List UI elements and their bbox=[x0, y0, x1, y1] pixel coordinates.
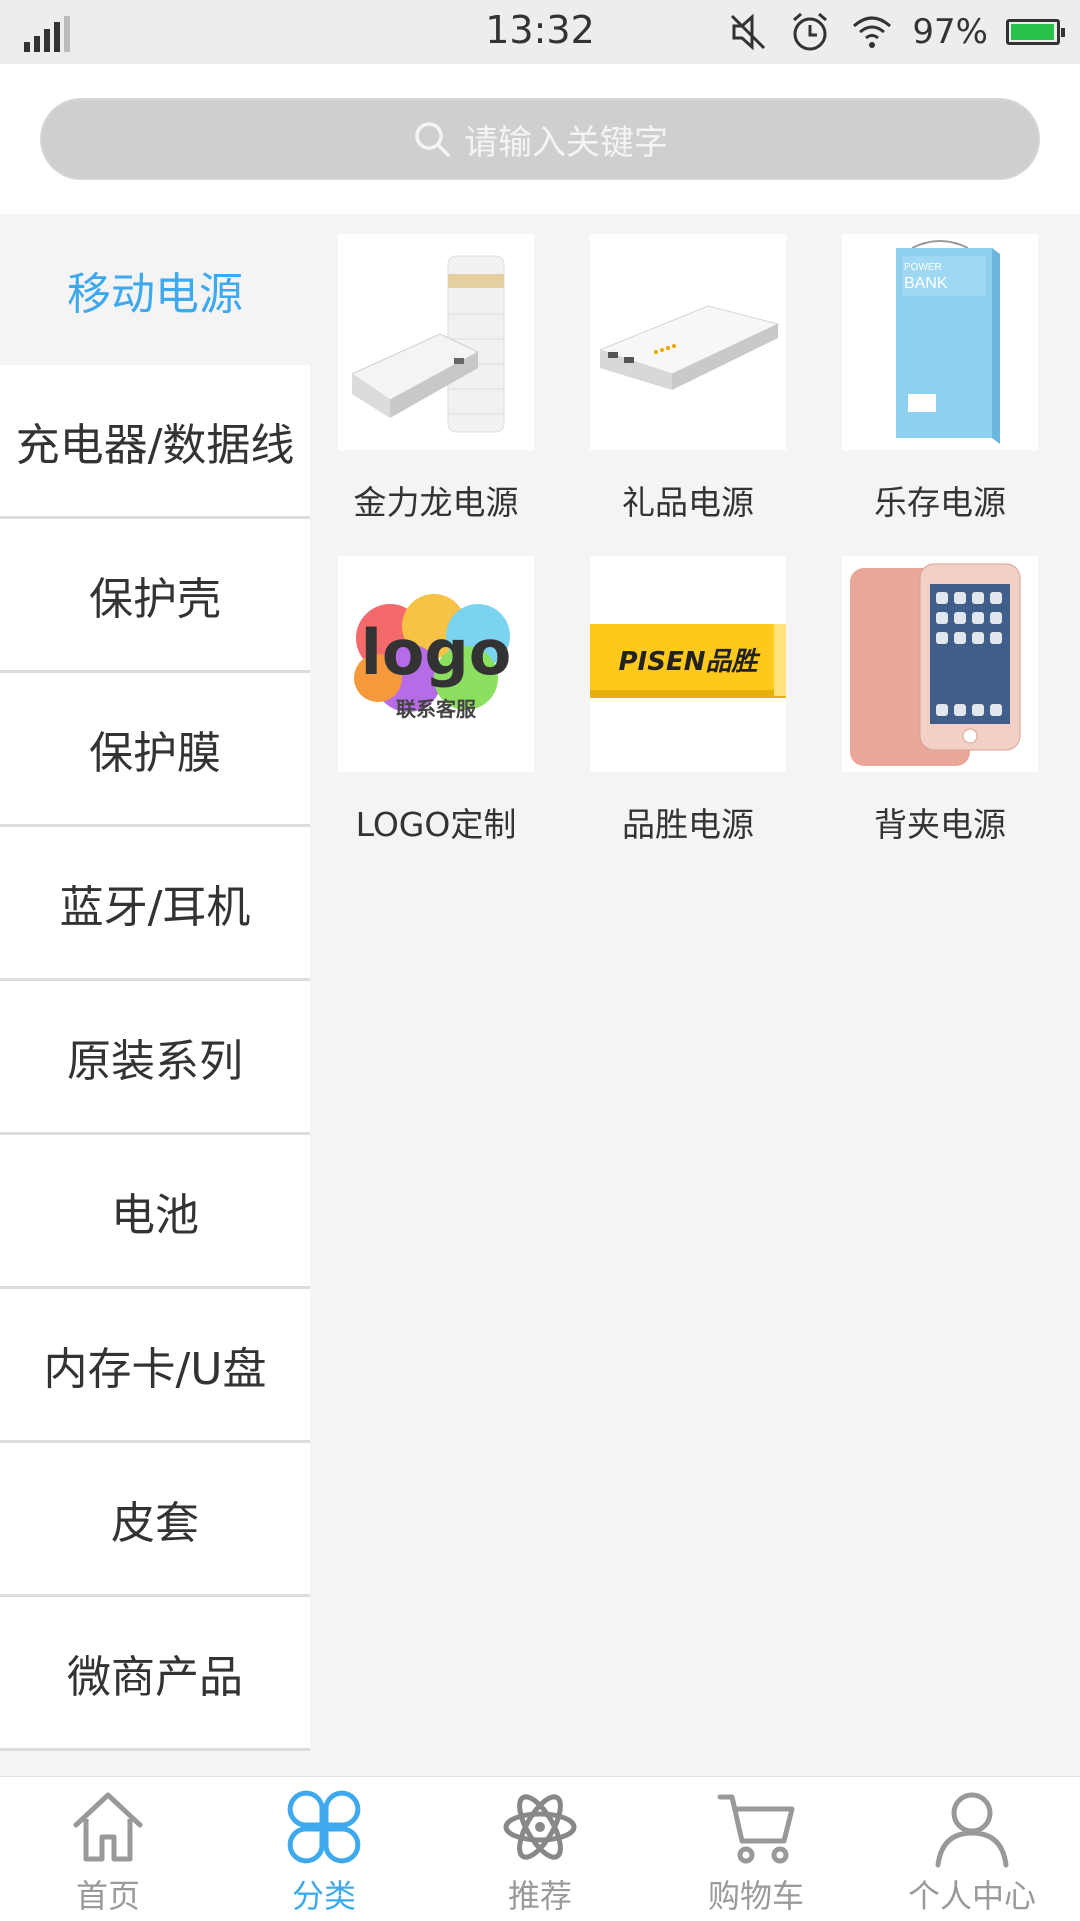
search-icon bbox=[415, 122, 450, 157]
product-card[interactable]: 背夹电源 bbox=[842, 556, 1038, 846]
tab-recommend[interactable]: 推荐 bbox=[432, 1777, 648, 1921]
svg-text:POWER: POWER bbox=[904, 262, 942, 273]
sidebar-item-mobile-power[interactable]: 移动电源 bbox=[0, 214, 310, 365]
sidebar-item-phone-case[interactable]: 保护壳 bbox=[0, 519, 310, 673]
svg-text:BANK: BANK bbox=[904, 275, 948, 292]
tab-label: 首页 bbox=[75, 1877, 140, 1915]
product-area: 金力龙电源 礼品电源 POWER BANK 乐存电源 logo 联系客服 LOG… bbox=[310, 214, 1080, 1776]
home-icon bbox=[73, 1792, 143, 1862]
atom-icon bbox=[503, 1794, 577, 1860]
tab-cart[interactable]: 购物车 bbox=[648, 1777, 864, 1921]
tab-profile[interactable]: 个人中心 bbox=[864, 1777, 1080, 1921]
product-card[interactable]: 礼品电源 bbox=[590, 234, 786, 524]
search-placeholder: 请输入关键字 bbox=[464, 122, 668, 163]
tab-home[interactable]: 首页 bbox=[0, 1777, 216, 1921]
battery-percent: 97% bbox=[912, 12, 988, 52]
logo-contact-text: 联系客服 bbox=[396, 697, 477, 721]
product-name[interactable]: 金力龙电源 bbox=[354, 476, 519, 524]
sidebar-item-original-series[interactable]: 原装系列 bbox=[0, 981, 310, 1135]
sidebar-item-charger-cable[interactable]: 充电器/数据线 bbox=[0, 365, 310, 519]
tab-label: 个人中心 bbox=[907, 1877, 1036, 1915]
product-image[interactable] bbox=[842, 556, 1038, 772]
tab-category[interactable]: 分类 bbox=[216, 1777, 432, 1921]
product-card[interactable]: POWER BANK 乐存电源 bbox=[842, 234, 1038, 524]
sidebar-item-memory-card[interactable]: 内存卡/U盘 bbox=[0, 1289, 310, 1443]
sidebar-item-leather-case[interactable]: 皮套 bbox=[0, 1443, 310, 1597]
product-image[interactable]: PISEN品胜 bbox=[590, 556, 786, 772]
bottom-tab-bar: 首页 分类 推荐 购物车 个人中心 bbox=[0, 1776, 1080, 1921]
sidebar-item-bluetooth-earphone[interactable]: 蓝牙/耳机 bbox=[0, 827, 310, 981]
product-image[interactable] bbox=[338, 234, 534, 450]
tab-label: 分类 bbox=[291, 1877, 356, 1915]
battery-level bbox=[1011, 24, 1054, 40]
product-name[interactable]: 礼品电源 bbox=[622, 476, 754, 524]
product-card[interactable]: 金力龙电源 bbox=[338, 234, 534, 524]
battery-icon bbox=[1006, 19, 1065, 45]
pisen-brand-text: PISEN品胜 bbox=[619, 647, 761, 677]
search-area: 请输入关键字 bbox=[0, 64, 1080, 214]
product-name[interactable]: 背夹电源 bbox=[874, 798, 1006, 846]
product-card[interactable]: PISEN品胜 品胜电源 bbox=[590, 556, 786, 846]
sidebar-item-wechat-products[interactable]: 微商产品 bbox=[0, 1597, 310, 1751]
sidebar-item-screen-protector[interactable]: 保护膜 bbox=[0, 673, 310, 827]
product-card[interactable]: logo 联系客服 LOGO定制 bbox=[338, 556, 534, 846]
person-icon bbox=[935, 1792, 1009, 1868]
product-name[interactable]: 品胜电源 bbox=[622, 798, 754, 846]
mute-icon bbox=[731, 13, 766, 51]
wifi-icon bbox=[853, 16, 892, 48]
product-image[interactable]: logo 联系客服 bbox=[338, 556, 534, 772]
product-image[interactable] bbox=[590, 234, 786, 450]
sidebar-item-battery[interactable]: 电池 bbox=[0, 1135, 310, 1289]
product-image[interactable]: POWER BANK bbox=[842, 234, 1038, 450]
status-bar: 13:32 97% bbox=[0, 0, 1080, 64]
tab-label: 购物车 bbox=[707, 1877, 804, 1915]
product-grid: 金力龙电源 礼品电源 POWER BANK 乐存电源 logo 联系客服 LOG… bbox=[338, 234, 1068, 846]
category-icon bbox=[287, 1790, 361, 1864]
tab-label: 推荐 bbox=[507, 1877, 572, 1915]
cart-icon bbox=[717, 1794, 795, 1864]
product-name[interactable]: 乐存电源 bbox=[874, 476, 1006, 524]
logo-image-text: logo bbox=[361, 616, 512, 689]
search-input[interactable]: 请输入关键字 bbox=[40, 98, 1040, 180]
category-sidebar: 移动电源 充电器/数据线 保护壳 保护膜 蓝牙/耳机 原装系列 电池 内存卡/U… bbox=[0, 214, 310, 1776]
product-name[interactable]: LOGO定制 bbox=[356, 798, 517, 846]
alarm-icon bbox=[793, 12, 828, 51]
